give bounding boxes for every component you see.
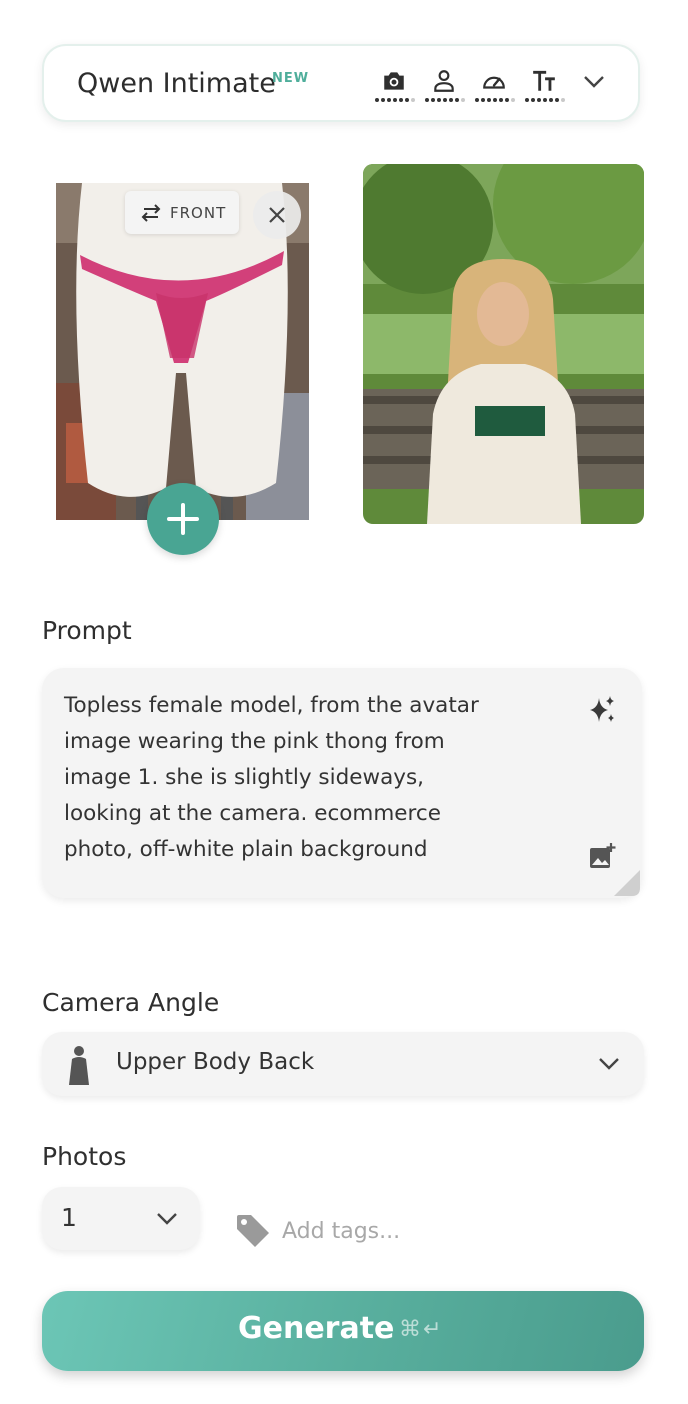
tags-input[interactable] [282,1213,582,1249]
sparkle-icon[interactable] [586,694,618,726]
text-size-setting[interactable] [524,66,565,106]
photos-count: 1 [61,1203,77,1232]
prompt-label: Prompt [42,616,132,645]
text-size-icon [533,70,555,91]
speed-setting[interactable] [474,66,515,106]
resize-handle-icon[interactable] [612,868,642,898]
photos-count-select[interactable]: 1 [42,1187,200,1250]
camera-angle-value: Upper Body Back [116,1049,315,1075]
plus-icon [167,503,199,535]
model-name: Qwen Intimate [77,68,276,99]
keyboard-shortcut-hint: ⌘↵ [399,1317,444,1342]
person-icon [434,70,454,92]
person-setting[interactable] [424,66,465,106]
camera-setting[interactable] [374,66,415,106]
new-badge: NEW [272,71,310,86]
add-image-icon[interactable] [588,842,616,870]
chevron-down-icon [599,1058,619,1070]
body-silhouette-icon [69,1046,89,1085]
view-label: FRONT [170,204,227,222]
remove-garment-button[interactable] [253,191,301,239]
camera-angle-label: Camera Angle [42,988,220,1017]
generate-label: Generate [238,1311,395,1346]
add-garment-button[interactable] [147,483,219,555]
close-icon [269,207,285,223]
chevron-down-icon [157,1213,177,1225]
prompt-text[interactable]: Topless female model, from the avatar im… [64,688,494,868]
speed-icon [483,76,505,89]
camera-angle-select[interactable]: Upper Body Back [42,1032,644,1096]
swap-arrows-icon [141,204,161,222]
photos-label: Photos [42,1142,127,1171]
camera-icon [384,72,404,90]
chevron-down-icon[interactable] [582,74,606,90]
front-view-toggle[interactable]: FRONT [125,191,239,234]
tag-icon [237,1215,269,1247]
avatar-image[interactable] [363,164,644,524]
prompt-textarea[interactable]: Topless female model, from the avatar im… [42,668,642,898]
generate-button[interactable]: Generate ⌘↵ [42,1291,644,1371]
model-selector[interactable]: Qwen Intimate NEW [42,44,640,122]
